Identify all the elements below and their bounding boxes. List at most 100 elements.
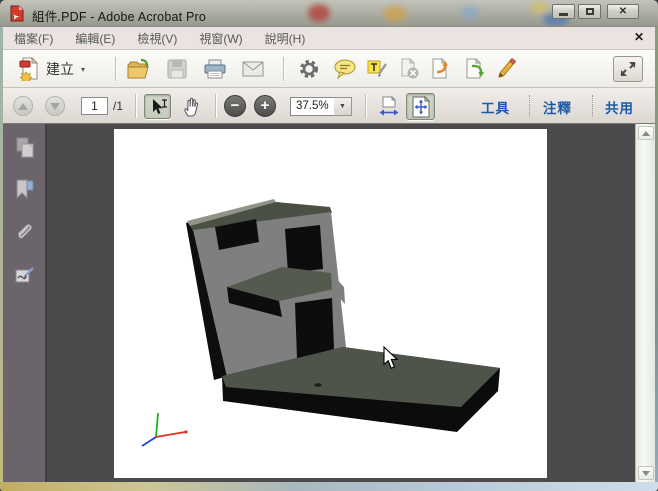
fit-width-icon	[379, 95, 398, 115]
close-icon: ✕	[618, 6, 628, 17]
convert-page-button[interactable]	[462, 56, 490, 82]
expand-toolbar-button[interactable]	[613, 56, 643, 82]
close-button[interactable]: ✕	[607, 4, 639, 19]
delete-page-icon	[401, 58, 419, 79]
open-file-icon	[127, 58, 149, 79]
vertical-scrollbar[interactable]	[635, 124, 655, 482]
select-tool-icon	[152, 98, 167, 114]
settings-gear-icon	[300, 60, 318, 78]
maximize-icon	[585, 8, 594, 15]
hand-tool-icon	[183, 97, 198, 117]
window-title: 組件.PDF - Adobe Acrobat Pro	[32, 10, 207, 24]
email-icon	[242, 61, 264, 77]
fit-page-icon	[412, 95, 430, 117]
text-highlight-icon	[367, 60, 387, 77]
open-file-button[interactable]	[125, 56, 153, 82]
attachments-button[interactable]	[9, 216, 41, 248]
pencil-button[interactable]	[493, 56, 521, 82]
menu-file[interactable]: 檔案(F)	[3, 30, 64, 47]
convert-page-icon	[466, 58, 484, 79]
page-total-label: /1	[113, 99, 124, 113]
comment-button[interactable]	[331, 56, 359, 82]
create-button-label: 建立	[46, 61, 74, 77]
minimize-icon	[559, 12, 568, 16]
model-hole-dot	[314, 383, 322, 387]
maximize-button[interactable]	[578, 4, 601, 19]
delete-page-button[interactable]	[396, 56, 424, 82]
email-button[interactable]	[239, 56, 267, 82]
fit-page-button[interactable]	[406, 93, 435, 120]
page-down-icon	[50, 102, 60, 110]
zoom-dropdown-button[interactable]: ▼	[334, 97, 352, 116]
navigation-sidebar	[3, 124, 47, 482]
minimize-button[interactable]	[552, 4, 575, 19]
toolbar-separator	[115, 57, 116, 81]
zoom-level-value[interactable]: 37.5%	[290, 97, 335, 116]
expand-arrows-icon	[620, 62, 636, 76]
document-pane[interactable]	[49, 124, 635, 482]
signatures-button[interactable]	[9, 260, 41, 292]
axis-triad	[141, 412, 188, 447]
page-thumbnails-button[interactable]	[9, 132, 41, 164]
3d-model-canvas	[141, 199, 500, 447]
pencil-icon	[498, 58, 517, 78]
scroll-up-button[interactable]	[638, 126, 654, 140]
glass-blob	[308, 4, 330, 22]
panel-separator	[529, 95, 530, 117]
export-page-button[interactable]	[428, 56, 456, 82]
print-button[interactable]	[201, 56, 229, 82]
scroll-down-button[interactable]	[638, 466, 654, 480]
scroll-down-icon	[642, 470, 650, 476]
bookmarks-button[interactable]	[9, 174, 41, 206]
print-icon	[204, 59, 226, 79]
create-pdf-button[interactable]: 建立 ▾	[11, 54, 93, 84]
page-up-icon	[18, 102, 28, 110]
chevron-down-icon: ▼	[339, 103, 346, 110]
save-file-icon	[167, 59, 187, 79]
page-down-button[interactable]	[45, 96, 65, 116]
create-pdf-icon	[19, 57, 39, 81]
bookmarks-icon	[16, 179, 34, 200]
acrobat-pdf-icon	[10, 5, 24, 22]
scroll-up-icon	[642, 130, 650, 136]
zoom-out-icon: −	[230, 97, 240, 114]
window-border-bottom	[0, 482, 658, 491]
menu-help[interactable]: 說明(H)	[254, 30, 317, 47]
close-document-icon[interactable]: ✕	[631, 30, 647, 44]
fit-width-button[interactable]	[375, 94, 402, 119]
export-page-icon	[432, 58, 448, 79]
page-up-button[interactable]	[13, 96, 33, 116]
zoom-out-button[interactable]: −	[224, 95, 246, 117]
select-tool-button[interactable]	[144, 94, 171, 119]
share-panel-button[interactable]: 共用	[605, 97, 634, 117]
hand-tool-button[interactable]	[177, 94, 204, 119]
toolbar-separator	[135, 94, 136, 118]
text-edit-button[interactable]	[364, 56, 392, 82]
attachments-icon	[18, 224, 32, 239]
titlebar[interactable]: 組件.PDF - Adobe Acrobat Pro ✕	[0, 0, 658, 27]
settings-button[interactable]	[295, 56, 323, 82]
glass-blob	[461, 6, 479, 20]
panel-separator	[592, 95, 593, 117]
comments-panel-button[interactable]: 注釋	[543, 97, 572, 117]
tools-panel-button[interactable]: 工具	[481, 97, 510, 117]
pdf-page[interactable]	[114, 129, 547, 478]
page-number-input[interactable]	[81, 97, 108, 115]
menubar: 檔案(F) 編輯(E) 檢視(V) 視窗(W) 說明(H) ✕	[3, 27, 655, 50]
menu-window[interactable]: 視窗(W)	[188, 30, 253, 47]
menu-edit[interactable]: 編輯(E)	[64, 30, 126, 47]
menu-view[interactable]: 檢視(V)	[126, 30, 188, 47]
glass-blob	[530, 2, 548, 13]
zoom-in-icon: +	[260, 97, 270, 114]
toolbar-separator	[215, 94, 216, 118]
acrobat-window: 組件.PDF - Adobe Acrobat Pro ✕ 檔案(F) 編輯(E)…	[0, 0, 658, 491]
zoom-in-button[interactable]: +	[254, 95, 276, 117]
navigation-toolbar: /1 − + 37.5% ▼	[3, 88, 655, 124]
main-toolbar: 建立 ▾	[3, 50, 655, 88]
glass-blob	[383, 6, 407, 22]
toolbar-separator	[365, 94, 366, 118]
document-area	[3, 124, 655, 482]
signatures-icon	[15, 267, 34, 283]
save-file-button[interactable]	[163, 56, 191, 82]
toolbar-separator	[283, 57, 284, 81]
